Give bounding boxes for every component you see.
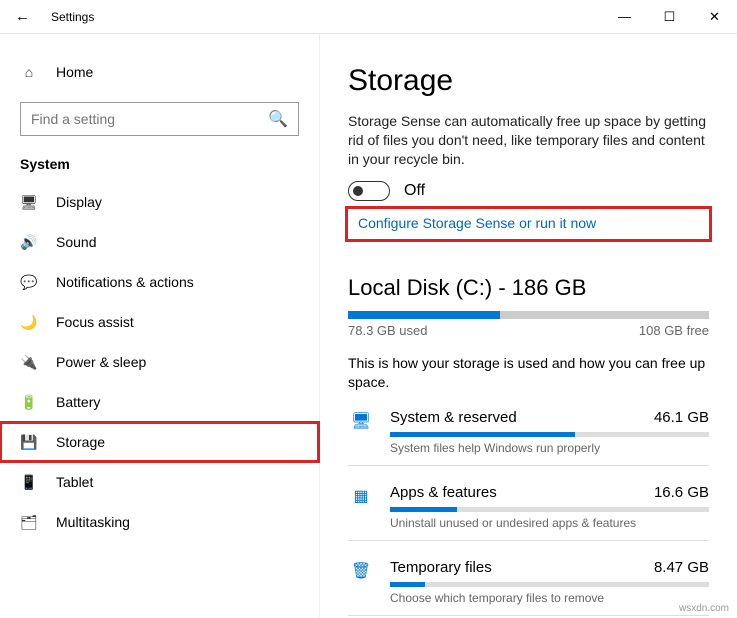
apps-features-icon: ▦ (348, 484, 374, 530)
sidebar-item-label: Battery (56, 394, 100, 410)
sidebar-item-label: Sound (56, 234, 96, 250)
main-panel: Storage Storage Sense can automatically … (320, 34, 737, 618)
storage-sense-toggle[interactable] (348, 181, 390, 201)
category-name: Temporary files (390, 559, 492, 576)
focus-assist-icon: 🌙 (20, 314, 38, 331)
toggle-state-label: Off (404, 182, 425, 200)
category-name: Apps & features (390, 484, 497, 501)
multitasking-icon: 🗂 (20, 514, 38, 531)
sidebar-item-label: Power & sleep (56, 354, 146, 370)
disk-used-label: 78.3 GB used (348, 323, 428, 338)
close-button[interactable]: ✕ (692, 0, 737, 33)
sidebar-item-label: Storage (56, 434, 105, 450)
watermark: wsxdn.com (679, 603, 729, 614)
power-sleep-icon: 🔌 (20, 354, 38, 371)
sidebar-item-battery[interactable]: 🔋 Battery (0, 382, 319, 422)
display-icon: 🖥 (20, 194, 38, 211)
category-size: 46.1 GB (654, 409, 709, 426)
sidebar-item-label: Multitasking (56, 514, 130, 530)
category-name: System & reserved (390, 409, 517, 426)
sidebar-item-multitasking[interactable]: 🗂 Multitasking (0, 502, 319, 542)
category-size: 8.47 GB (654, 559, 709, 576)
sidebar-item-label: Notifications & actions (56, 274, 194, 290)
sidebar-item-notifications-actions[interactable]: 💬 Notifications & actions (0, 262, 319, 302)
sidebar-item-sound[interactable]: 🔊 Sound (0, 222, 319, 262)
battery-icon: 🔋 (20, 394, 38, 411)
storage-category-row[interactable]: ▦ Apps & features 16.6 GB Uninstall unused … (348, 474, 709, 541)
home-icon: ⌂ (20, 64, 38, 80)
temporary-files-icon: 🗑 (348, 559, 374, 605)
category-subtext: Choose which temporary files to remove (390, 591, 709, 605)
sidebar-item-tablet[interactable]: 📱 Tablet (0, 462, 319, 502)
tablet-icon: 📱 (20, 474, 38, 491)
sidebar-item-focus-assist[interactable]: 🌙 Focus assist (0, 302, 319, 342)
storage-icon: 💾 (20, 434, 38, 451)
disk-usage-bar (348, 311, 709, 319)
usage-hint: This is how your storage is used and how… (348, 354, 709, 392)
category-subtext: System files help Windows run properly (390, 441, 709, 455)
category-bar (390, 432, 709, 437)
sidebar-item-label: Tablet (56, 474, 93, 490)
sidebar-item-label: Display (56, 194, 102, 210)
page-title: Storage (348, 64, 709, 98)
disk-free-label: 108 GB free (639, 323, 709, 338)
notifications-actions-icon: 💬 (20, 274, 38, 291)
sidebar-home[interactable]: ⌂ Home (0, 52, 319, 92)
search-input[interactable] (31, 111, 268, 127)
sidebar-item-storage[interactable]: 💾 Storage (0, 422, 319, 462)
sidebar: ⌂ Home 🔍 System 🖥 Display 🔊 Sound 💬 Notificat… (0, 34, 320, 618)
search-input-wrap[interactable]: 🔍 (20, 102, 299, 136)
category-size: 16.6 GB (654, 484, 709, 501)
home-label: Home (56, 64, 93, 80)
window-title: Settings (45, 10, 602, 24)
sidebar-item-power-sleep[interactable]: 🔌 Power & sleep (0, 342, 319, 382)
sidebar-item-display[interactable]: 🖥 Display (0, 182, 319, 222)
minimize-button[interactable]: — (602, 0, 647, 33)
sound-icon: 🔊 (20, 234, 38, 251)
category-bar (390, 507, 709, 512)
sidebar-section-header: System (0, 150, 319, 182)
storage-category-row[interactable]: 🖥 System & reserved 46.1 GB System files he… (348, 399, 709, 466)
configure-storage-sense-link[interactable]: Configure Storage Sense or run it now (358, 215, 596, 231)
search-icon: 🔍 (268, 109, 288, 129)
storage-sense-description: Storage Sense can automatically free up … (348, 112, 709, 169)
storage-category-row[interactable]: 🗑 Temporary files 8.47 GB Choose which temp… (348, 549, 709, 616)
disk-title: Local Disk (C:) - 186 GB (348, 275, 709, 301)
category-subtext: Uninstall unused or undesired apps & fea… (390, 516, 709, 530)
back-button[interactable]: ← (0, 0, 45, 33)
category-bar (390, 582, 709, 587)
sidebar-item-label: Focus assist (56, 314, 134, 330)
system-reserved-icon: 🖥 (348, 409, 374, 455)
maximize-button[interactable]: ☐ (647, 0, 692, 33)
